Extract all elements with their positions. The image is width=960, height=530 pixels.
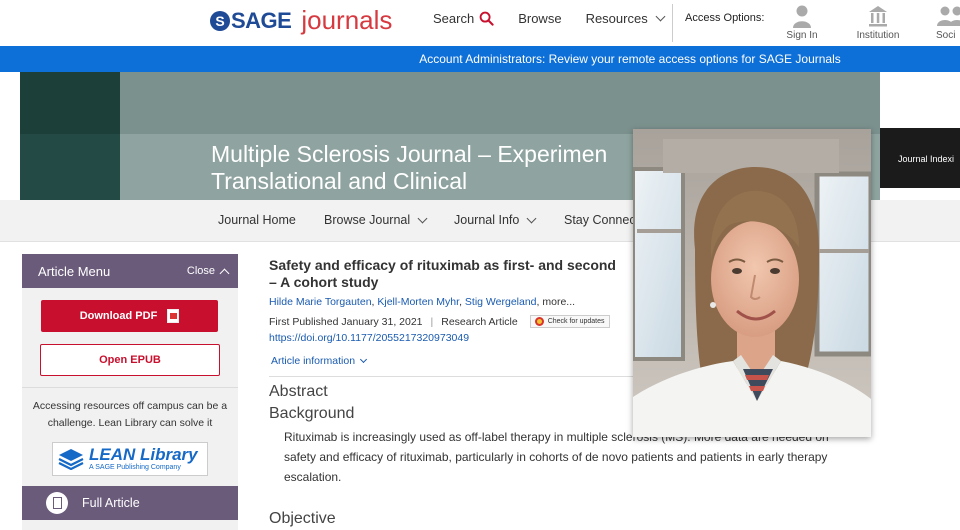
- nav-search[interactable]: Search: [433, 11, 494, 26]
- chevron-down-icon: [417, 213, 428, 223]
- search-icon: [479, 11, 494, 26]
- chevron-down-icon: [526, 213, 537, 223]
- journal-indexing-link[interactable]: Journal Indexi: [880, 128, 960, 188]
- sign-in-label: Sign In: [786, 30, 818, 41]
- separator: |: [430, 315, 434, 328]
- open-epub-label: Open EPUB: [99, 354, 161, 366]
- article-type: Research Article: [441, 315, 518, 328]
- close-menu-button[interactable]: Close: [186, 265, 230, 278]
- journal-title-line2: Translational and Clinical: [211, 168, 468, 194]
- top-nav: Search Browse Resources: [433, 11, 688, 26]
- society-label: Soci: [936, 30, 956, 41]
- society-button[interactable]: Soci: [926, 4, 960, 41]
- crossmark-icon: [534, 317, 544, 326]
- sage-journals-logo[interactable]: S SAGE journals: [210, 5, 392, 36]
- journal-nav-home[interactable]: Journal Home: [218, 213, 296, 227]
- society-icon: [937, 6, 960, 26]
- logo-sage-text: SAGE: [231, 7, 292, 33]
- download-pdf-label: Download PDF: [79, 310, 158, 322]
- first-published: First Published January 31, 2021: [269, 315, 423, 328]
- journal-title[interactable]: Multiple Sclerosis Journal – Experimen T…: [211, 141, 607, 195]
- download-pdf-button[interactable]: Download PDF: [41, 300, 218, 332]
- institution-button[interactable]: Institution: [848, 4, 908, 41]
- offcampus-line2: challenge. Lean Library can solve it: [47, 417, 213, 429]
- logo-journals-text: journals: [301, 5, 393, 35]
- article-menu: Article Menu Close Download PDF Open EPU…: [22, 254, 238, 530]
- lean-library-text: LEAN Library A SAGE Publishing Company: [89, 446, 198, 472]
- journal-nav-connected[interactable]: Stay Connec: [564, 213, 636, 227]
- author-link[interactable]: Kjell-Morten Myhr: [377, 296, 459, 308]
- author-link[interactable]: Hilde Marie Torgauten: [269, 296, 372, 308]
- lean-library-name: LEAN Library: [89, 445, 198, 464]
- article-menu-header: Article Menu Close: [22, 254, 238, 288]
- check-for-updates-button[interactable]: Check for updates: [529, 315, 610, 328]
- journal-nav-browse-label: Browse Journal: [324, 213, 411, 227]
- remote-access-banner[interactable]: Account Administrators: Review your remo…: [0, 46, 960, 72]
- top-header: S SAGE journals Search Browse Resources …: [0, 0, 960, 46]
- article-information-label: Article information: [271, 355, 356, 367]
- lean-library-button[interactable]: LEAN Library A SAGE Publishing Company: [52, 442, 208, 476]
- lean-library-subtitle: A SAGE Publishing Company: [89, 464, 181, 471]
- sage-s-icon: S: [210, 10, 230, 31]
- journal-nav-home-label: Journal Home: [218, 213, 296, 227]
- pdf-icon: [167, 309, 180, 323]
- objective-heading: Objective: [269, 510, 336, 527]
- chevron-down-icon: [359, 355, 368, 364]
- nav-browse[interactable]: Browse: [518, 11, 561, 26]
- sign-in-button[interactable]: Sign In: [772, 4, 832, 41]
- access-options-label: Access Options:: [685, 12, 765, 24]
- person-icon: [793, 5, 811, 28]
- open-epub-button[interactable]: Open EPUB: [40, 344, 220, 376]
- article-menu-title: Article Menu: [38, 263, 111, 279]
- institution-icon: [869, 6, 887, 27]
- journal-nav-info[interactable]: Journal Info: [454, 213, 537, 227]
- document-icon: [46, 492, 68, 514]
- journal-nav-info-label: Journal Info: [454, 213, 520, 227]
- author-portrait-photo: [633, 129, 871, 437]
- portrait-image: [633, 129, 871, 437]
- offcampus-line1: Accessing resources off campus can be a: [32, 400, 228, 412]
- hero-cover-block-lower: [20, 134, 120, 200]
- more-authors-link[interactable]: more...: [542, 296, 575, 308]
- full-article-button[interactable]: Full Article: [22, 486, 238, 520]
- journal-nav-browse[interactable]: Browse Journal: [324, 213, 428, 227]
- article-title-line2: – A cohort study: [269, 274, 379, 290]
- divider: [672, 4, 673, 42]
- institution-label: Institution: [856, 30, 900, 41]
- nav-resources-label: Resources: [585, 11, 648, 26]
- author-link[interactable]: Stig Wergeland: [465, 296, 537, 308]
- divider: [22, 387, 238, 388]
- nav-search-label: Search: [433, 11, 475, 26]
- check-updates-label: Check for updates: [547, 318, 605, 325]
- lean-library-logo-icon: [58, 449, 84, 470]
- chevron-down-icon: [655, 11, 666, 22]
- full-article-label: Full Article: [82, 496, 140, 510]
- article-title-line1: Safety and efficacy of rituximab as firs…: [269, 257, 616, 273]
- hero-band-top: [120, 72, 880, 134]
- close-menu-label: Close: [186, 265, 215, 277]
- journal-nav-connected-label: Stay Connec: [564, 213, 636, 227]
- nav-browse-label: Browse: [518, 11, 562, 26]
- nav-resources[interactable]: Resources: [585, 11, 666, 26]
- journal-title-line1: Multiple Sclerosis Journal – Experimen: [211, 141, 608, 167]
- chevron-up-icon: [219, 268, 230, 278]
- offcampus-text: Accessing resources off campus can be a …: [28, 398, 232, 432]
- article-title: Safety and efficacy of rituximab as firs…: [269, 257, 639, 291]
